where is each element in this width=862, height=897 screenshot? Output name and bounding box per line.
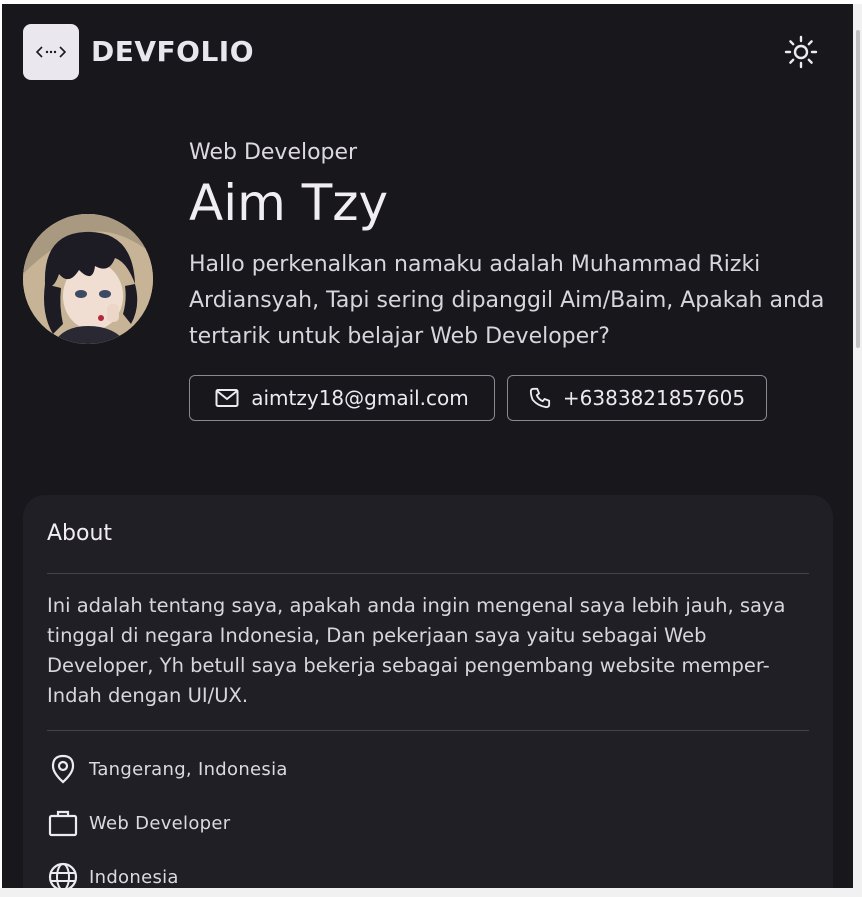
info-country-label: Indonesia	[89, 866, 179, 888]
email-label: aimtzy18@gmail.com	[251, 386, 469, 410]
hero-name: Aim Tzy	[189, 174, 389, 232]
map-pin-icon	[51, 754, 75, 784]
hero-role: Web Developer	[189, 140, 358, 165]
info-country: Indonesia	[47, 861, 179, 888]
mail-icon	[215, 389, 239, 407]
avatar-illustration	[23, 214, 153, 344]
page-viewport: DEVFOLIO Web Developer Aim Tzy Hallo per…	[2, 4, 853, 888]
code-brackets-icon	[36, 46, 66, 58]
hero-intro: Hallo perkenalkan namaku adalah Muhammad…	[189, 252, 825, 349]
info-location-label: Tangerang, Indonesia	[89, 758, 288, 780]
logo-badge[interactable]	[23, 24, 79, 80]
about-text: Ini adalah tentang saya, apakah anda ing…	[47, 594, 786, 707]
theme-toggle-button[interactable]	[783, 34, 819, 70]
info-location: Tangerang, Indonesia	[47, 753, 288, 785]
phone-label: +6383821857605	[562, 386, 746, 410]
globe-icon	[48, 862, 78, 888]
horizontal-scrollbar[interactable]	[0, 888, 862, 897]
info-job: Web Developer	[47, 807, 230, 839]
vertical-scrollbar-thumb[interactable]	[856, 30, 860, 348]
info-job-label: Web Developer	[89, 812, 231, 834]
about-divider-bottom	[47, 730, 809, 731]
logo-text[interactable]: DEVFOLIO	[91, 34, 254, 70]
avatar	[23, 214, 153, 344]
briefcase-icon	[48, 810, 78, 837]
about-title: About	[47, 521, 113, 546]
email-button[interactable]: aimtzy18@gmail.com	[189, 375, 495, 421]
phone-button[interactable]: +6383821857605	[507, 375, 767, 421]
phone-icon	[529, 387, 550, 409]
about-divider-top	[47, 573, 809, 574]
about-card: About Ini adalah tentang saya, apakah an…	[23, 495, 833, 888]
sun-icon	[784, 35, 818, 69]
